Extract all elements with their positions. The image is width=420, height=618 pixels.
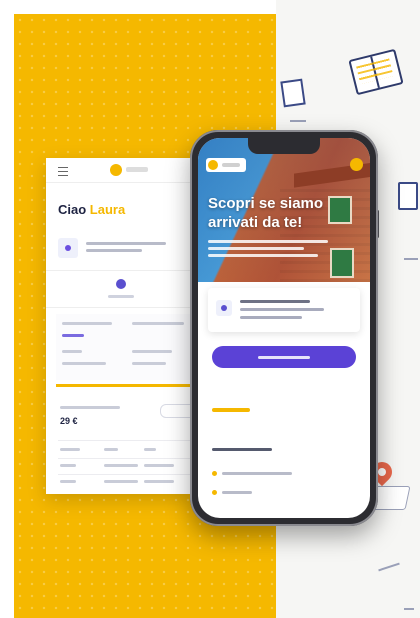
address-line — [240, 316, 302, 319]
greeting-heading: Ciao Laura — [58, 202, 125, 217]
check-coverage-button[interactable] — [212, 346, 356, 368]
table-divider — [58, 458, 196, 459]
table-divider — [58, 440, 196, 441]
frame-illustration — [280, 78, 306, 108]
table-cell — [60, 480, 76, 483]
cup-illustration — [398, 182, 418, 210]
table-cell — [104, 480, 138, 483]
address-line — [86, 242, 166, 245]
divider — [56, 384, 196, 387]
panel-label — [132, 322, 184, 325]
promo-scene: Ciao Laura 29 € Scopri se siamo arrivati… — [0, 0, 420, 618]
hamburger-menu-icon[interactable] — [58, 167, 68, 176]
brand-wordmark — [126, 167, 148, 172]
table-divider — [58, 474, 196, 475]
desktop-header — [46, 158, 196, 183]
phone-notch — [248, 138, 320, 154]
desktop-dashboard-mockup: Ciao Laura 29 € — [46, 158, 198, 494]
bullet-icon — [212, 471, 217, 476]
table-cell — [144, 480, 174, 483]
panel-value — [132, 362, 166, 365]
bullet-icon — [212, 490, 217, 495]
button-label — [258, 355, 310, 359]
section-heading — [212, 408, 250, 412]
tab-icon — [116, 279, 126, 289]
price-value: 29 € — [60, 416, 78, 426]
user-name: Laura — [89, 202, 126, 217]
dashboard-tab[interactable] — [46, 270, 196, 308]
hero-heading: Scopri se siamo arrivati da te! — [208, 195, 324, 231]
hero-description — [208, 240, 328, 243]
address-row[interactable] — [58, 234, 194, 264]
address-line — [86, 249, 142, 252]
building-window — [330, 248, 354, 278]
location-icon — [58, 238, 78, 258]
address-title — [240, 300, 310, 303]
price-label — [60, 406, 120, 409]
scribble-decoration — [404, 608, 414, 610]
panel-label — [62, 350, 82, 353]
panel-value — [62, 334, 84, 337]
scribble-decoration — [290, 120, 306, 122]
table-cell — [104, 464, 138, 467]
panel-label — [132, 350, 172, 353]
panel-value — [62, 362, 106, 365]
hero-description — [208, 247, 304, 250]
app-logo[interactable] — [206, 158, 246, 172]
table-header — [104, 448, 118, 451]
smartphone-mockup: Scopri se siamo arrivati da te! — [190, 130, 378, 526]
scribble-decoration — [404, 258, 418, 260]
table-header — [144, 448, 156, 451]
address-line — [240, 308, 324, 311]
list-heading — [212, 448, 272, 451]
table-cell — [144, 464, 174, 467]
user-avatar[interactable] — [350, 158, 363, 171]
table-cell — [60, 464, 76, 467]
panel-label — [62, 322, 112, 325]
location-icon — [216, 300, 232, 316]
subscription-panel — [56, 314, 196, 380]
hero-description — [208, 254, 318, 257]
phone-screen: Scopri se siamo arrivati da te! — [198, 138, 370, 518]
brand-logo-icon — [110, 164, 122, 176]
list-item — [222, 472, 292, 475]
address-card[interactable] — [208, 288, 360, 332]
table-header — [60, 448, 80, 451]
tab-label — [108, 295, 134, 298]
list-item — [222, 491, 252, 494]
greeting-text: Ciao — [58, 202, 87, 217]
